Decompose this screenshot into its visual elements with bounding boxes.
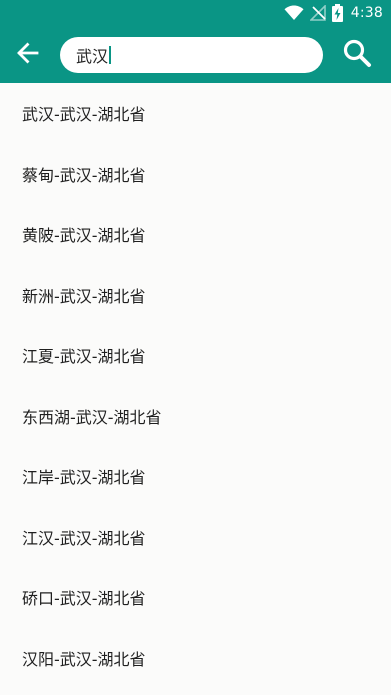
status-icons: 4:38 — [284, 3, 383, 23]
search-button[interactable] — [341, 39, 373, 71]
list-item[interactable]: 武汉-武汉-湖北省 — [0, 83, 391, 144]
list-item[interactable]: 江岸-武汉-湖北省 — [0, 446, 391, 507]
no-signal-icon — [309, 5, 326, 21]
screen: 4:38 武汉-武汉-湖北省 蔡甸-武汉-湖北省 黄 — [0, 0, 391, 695]
list-item[interactable]: 东西湖-武汉-湖北省 — [0, 386, 391, 447]
result-list: 武汉-武汉-湖北省 蔡甸-武汉-湖北省 黄陂-武汉-湖北省 新洲-武汉-湖北省 … — [0, 83, 391, 688]
search-input[interactable] — [76, 45, 266, 65]
list-item[interactable]: 黄陂-武汉-湖北省 — [0, 204, 391, 265]
list-item[interactable]: 新洲-武汉-湖北省 — [0, 265, 391, 326]
search-icon — [342, 38, 372, 72]
status-time: 4:38 — [350, 5, 383, 21]
arrow-left-icon — [15, 40, 41, 70]
list-item[interactable]: 江夏-武汉-湖北省 — [0, 325, 391, 386]
wifi-icon — [284, 5, 304, 21]
list-item[interactable]: 硚口-武汉-湖北省 — [0, 567, 391, 628]
list-item[interactable]: 汉阳-武汉-湖北省 — [0, 628, 391, 689]
list-item[interactable]: 江汉-武汉-湖北省 — [0, 507, 391, 568]
search-box[interactable] — [60, 37, 323, 73]
status-bar: 4:38 — [0, 0, 391, 27]
battery-charging-icon — [331, 4, 343, 22]
list-item[interactable]: 蔡甸-武汉-湖北省 — [0, 144, 391, 205]
back-button[interactable] — [14, 41, 42, 69]
app-bar — [0, 27, 391, 83]
